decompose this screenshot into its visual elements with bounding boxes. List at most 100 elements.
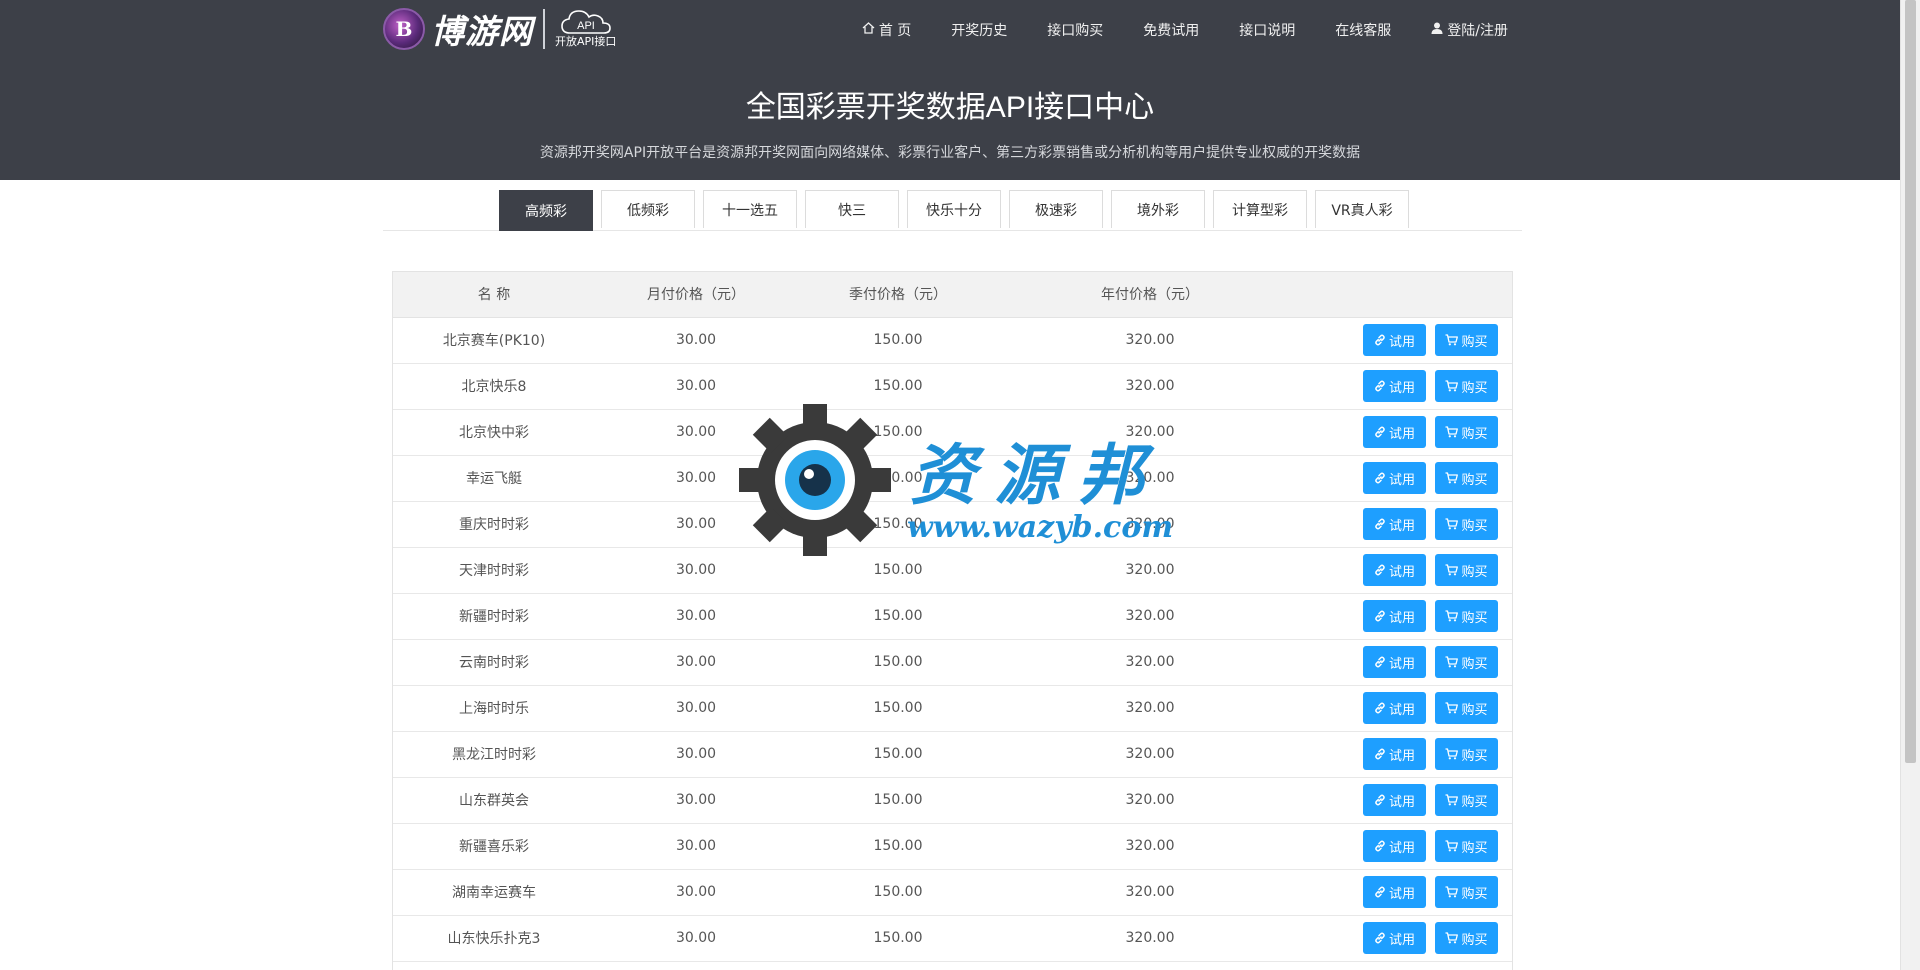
- link-icon: [1374, 794, 1389, 806]
- trial-button[interactable]: 试用: [1363, 738, 1426, 770]
- price-table: 名 称 月付价格（元） 季付价格（元） 年付价格（元） 北京赛车(PK10) 30…: [393, 272, 1512, 962]
- lottery-name: 新疆喜乐彩: [393, 823, 595, 870]
- logo-api-subtitle: 开放API接口: [555, 35, 617, 48]
- trial-button[interactable]: 试用: [1363, 876, 1426, 908]
- header-monthly: 月付价格（元）: [595, 272, 797, 318]
- tab-speed[interactable]: 极速彩: [1009, 190, 1103, 228]
- link-icon: [1374, 932, 1389, 944]
- cart-icon: [1445, 702, 1461, 714]
- monthly-price: 30.00: [595, 915, 797, 962]
- trial-button[interactable]: 试用: [1363, 462, 1426, 494]
- quarterly-price: 150.00: [797, 869, 999, 916]
- trial-button[interactable]: 试用: [1363, 646, 1426, 678]
- monthly-price: 30.00: [595, 777, 797, 824]
- buy-button[interactable]: 购买: [1435, 462, 1498, 494]
- link-icon: [1374, 840, 1389, 852]
- nav-home[interactable]: 首 页: [862, 20, 911, 40]
- link-icon: [1374, 472, 1389, 484]
- tab-happy-ten[interactable]: 快乐十分: [907, 190, 1001, 228]
- trial-button[interactable]: 试用: [1363, 554, 1426, 586]
- cart-icon: [1445, 748, 1461, 760]
- buy-button[interactable]: 购买: [1435, 324, 1498, 356]
- trial-button[interactable]: 试用: [1363, 416, 1426, 448]
- scrollbar-thumb[interactable]: [1905, 0, 1916, 763]
- user-icon: [1431, 22, 1443, 38]
- header: B 博游网 API 开放API接口 首 页 开奖历史 接口购买 免费试用 接口说…: [0, 0, 1900, 180]
- table-row: 北京赛车(PK10) 30.00 150.00 320.00 试用 购买: [393, 317, 1512, 364]
- link-icon: [1374, 886, 1389, 898]
- buy-button[interactable]: 购买: [1435, 416, 1498, 448]
- cloud-icon: API: [560, 9, 612, 35]
- quarterly-price: 150.00: [797, 317, 999, 364]
- buy-button[interactable]: 购买: [1435, 370, 1498, 402]
- lottery-name: 云南时时彩: [393, 639, 595, 686]
- nav-free-trial[interactable]: 免费试用: [1143, 20, 1199, 40]
- monthly-price: 30.00: [595, 731, 797, 778]
- nav-buy[interactable]: 接口购买: [1047, 20, 1103, 40]
- nav-history[interactable]: 开奖历史: [951, 20, 1007, 40]
- header-quarterly: 季付价格（元）: [797, 272, 999, 318]
- tab-computed[interactable]: 计算型彩: [1213, 190, 1307, 228]
- trial-button[interactable]: 试用: [1363, 692, 1426, 724]
- tab-low-frequency[interactable]: 低频彩: [601, 190, 695, 228]
- buy-button[interactable]: 购买: [1435, 830, 1498, 862]
- lottery-name: 重庆时时彩: [393, 501, 595, 548]
- tab-overseas[interactable]: 境外彩: [1111, 190, 1205, 228]
- monthly-price: 30.00: [595, 409, 797, 456]
- trial-button[interactable]: 试用: [1363, 600, 1426, 632]
- nav-login-label: 登陆/注册: [1447, 23, 1508, 39]
- trial-button[interactable]: 试用: [1363, 324, 1426, 356]
- page-subtitle: 资源邦开奖网API开放平台是资源邦开奖网面向网络媒体、彩票行业客户、第三方彩票销…: [539, 145, 1361, 161]
- trial-label: 试用: [1388, 334, 1415, 350]
- trial-button[interactable]: 试用: [1363, 830, 1426, 862]
- tab-vr-live[interactable]: VR真人彩: [1315, 190, 1409, 228]
- nav-support[interactable]: 在线客服: [1335, 20, 1391, 40]
- trial-button[interactable]: 试用: [1363, 508, 1426, 540]
- yearly-price: 320.00: [999, 363, 1301, 410]
- lottery-name: 山东快乐扑克3: [393, 915, 595, 962]
- buy-button[interactable]: 购买: [1435, 692, 1498, 724]
- nav-api-docs[interactable]: 接口说明: [1239, 20, 1295, 40]
- table-row: 黑龙江时时彩 30.00 150.00 320.00 试用 购买: [393, 731, 1512, 778]
- lottery-name: 天津时时彩: [393, 547, 595, 594]
- yearly-price: 320.00: [999, 409, 1301, 456]
- nav-login[interactable]: 登陆/注册: [1431, 20, 1508, 40]
- table-row: 山东群英会 30.00 150.00 320.00 试用 购买: [393, 777, 1512, 824]
- header-yearly: 年付价格（元）: [999, 272, 1301, 318]
- tab-k3[interactable]: 快三: [805, 190, 899, 228]
- buy-button[interactable]: 购买: [1435, 738, 1498, 770]
- buy-button[interactable]: 购买: [1435, 600, 1498, 632]
- tab-high-frequency[interactable]: 高频彩: [499, 190, 593, 231]
- site-logo[interactable]: B 博游网 API 开放API接口: [383, 4, 616, 54]
- link-icon: [1374, 564, 1389, 576]
- buy-button[interactable]: 购买: [1435, 646, 1498, 678]
- yearly-price: 320.00: [999, 731, 1301, 778]
- table-header-row: 名 称 月付价格（元） 季付价格（元） 年付价格（元）: [393, 272, 1512, 318]
- trial-label: 试用: [1388, 564, 1415, 580]
- trial-button[interactable]: 试用: [1363, 370, 1426, 402]
- cart-icon: [1445, 472, 1461, 484]
- buy-button[interactable]: 购买: [1435, 876, 1498, 908]
- buy-button[interactable]: 购买: [1435, 922, 1498, 954]
- trial-button[interactable]: 试用: [1363, 922, 1426, 954]
- quarterly-price: 150.00: [797, 501, 999, 548]
- buy-button[interactable]: 购买: [1435, 508, 1498, 540]
- buy-button[interactable]: 购买: [1435, 784, 1498, 816]
- row-actions: 试用 购买: [1301, 915, 1512, 962]
- buy-label: 购买: [1461, 518, 1488, 534]
- monthly-price: 30.00: [595, 317, 797, 364]
- tab-eleven-five[interactable]: 十一选五: [703, 190, 797, 228]
- monthly-price: 30.00: [595, 455, 797, 502]
- nav-home-label: 首 页: [878, 23, 912, 39]
- yearly-price: 320.00: [999, 639, 1301, 686]
- cart-icon: [1445, 334, 1461, 346]
- trial-label: 试用: [1388, 748, 1415, 764]
- vertical-scrollbar[interactable]: [1900, 0, 1920, 970]
- trial-button[interactable]: 试用: [1363, 784, 1426, 816]
- main-nav: 首 页 开奖历史 接口购买 免费试用 接口说明 在线客服 登陆/注册: [822, 0, 1508, 60]
- quarterly-price: 150.00: [797, 639, 999, 686]
- lottery-name: 上海时时乐: [393, 685, 595, 732]
- trial-label: 试用: [1388, 840, 1415, 856]
- monthly-price: 30.00: [595, 639, 797, 686]
- buy-button[interactable]: 购买: [1435, 554, 1498, 586]
